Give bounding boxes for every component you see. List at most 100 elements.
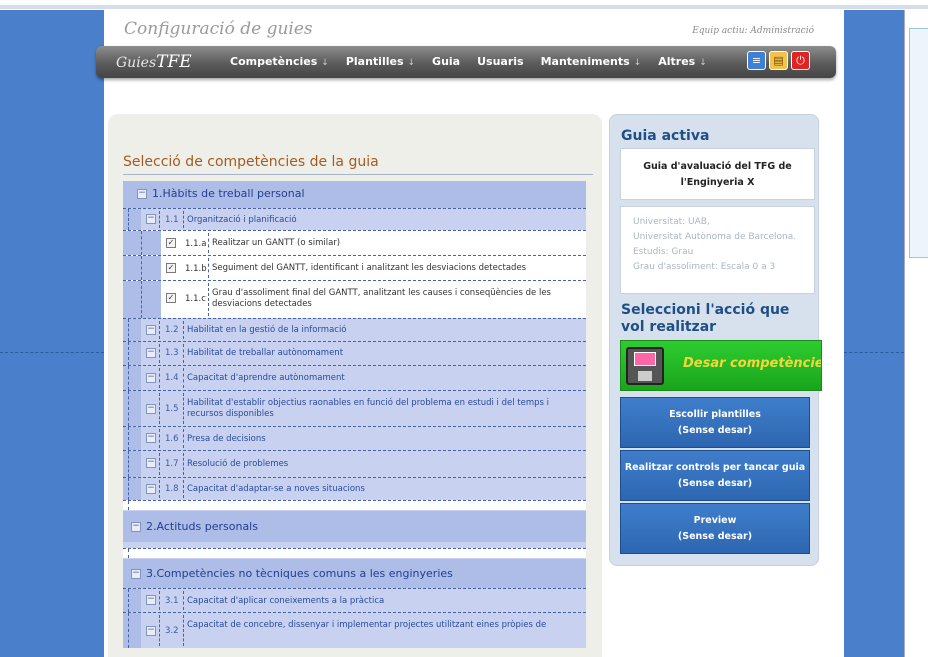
menu-templates[interactable]: Plantilles ↓	[346, 55, 415, 68]
tree-guide	[183, 344, 184, 363]
tree-indent	[123, 613, 141, 648]
save-label: Desar competències	[683, 356, 822, 371]
menu-users[interactable]: Usuaris	[477, 55, 523, 68]
menu-maintenance-label: Manteniments	[540, 55, 630, 68]
collapse-icon[interactable]: −	[137, 189, 147, 199]
menu-competencies[interactable]: Competències ↓	[230, 55, 329, 68]
choose-templates-button[interactable]: Escollir plantilles (Sense desar)	[620, 397, 810, 448]
item-number: 1.1.a	[185, 239, 207, 249]
folder-icon[interactable]: ▤	[769, 51, 788, 70]
button-sublabel: (Sense desar)	[677, 425, 753, 436]
subsection-text: Habilitat d'establir objectius raonables…	[187, 398, 550, 419]
logo[interactable]: GuiesTFE	[116, 52, 192, 72]
collapse-icon[interactable]: −	[146, 404, 156, 414]
collapse-icon[interactable]: −	[146, 595, 156, 605]
competency-checkbox[interactable]: ✓	[166, 293, 176, 303]
active-team: Equip actiu: Administració	[692, 26, 814, 36]
tree-guide	[128, 342, 129, 365]
chevron-down-icon: ↓	[633, 58, 642, 68]
menu-guide[interactable]: Guia	[432, 55, 460, 68]
tree-indent	[123, 391, 141, 426]
tree-indent	[123, 342, 141, 365]
subsection-row[interactable]: − 1.6 Presa de decisions	[123, 426, 586, 450]
menu-others[interactable]: Altres ↓	[658, 55, 707, 68]
subsection-row[interactable]: − 1.2 Habilitat en la gestió de la infor…	[123, 318, 586, 341]
tree-guide	[159, 393, 160, 424]
collapse-icon[interactable]: −	[131, 522, 141, 532]
sidebar: Guia activa Guia d'avaluació del TFG de …	[609, 114, 822, 566]
subsection-number: 1.1	[165, 215, 179, 225]
menu-others-label: Altres	[658, 55, 696, 68]
floppy-label	[634, 352, 656, 366]
tree-guide	[141, 231, 142, 255]
tree-guide	[208, 233, 209, 253]
section-row[interactable]: − 3.Competències no tècniques comuns a l…	[123, 558, 586, 588]
edge-window-panel	[909, 28, 928, 258]
floppy-disk-icon	[626, 347, 664, 385]
tree-guide	[159, 480, 160, 498]
subsection-row[interactable]: − 1.1 Organització i planificació	[123, 208, 586, 230]
chevron-down-icon: ↓	[699, 58, 707, 68]
tree-indent	[123, 589, 141, 612]
tree-indent	[123, 256, 161, 280]
section-label: 1.Hàbits de treball personal	[152, 187, 305, 200]
subsection-text: Organització i planificació	[187, 215, 297, 225]
tree-indent	[123, 209, 141, 230]
subsection-row[interactable]: − 1.3 Habilitat de treballar autònomamen…	[123, 341, 586, 365]
floppy-shutter	[638, 371, 652, 381]
subsection-text: Capacitat de concebre, dissenyar i imple…	[187, 620, 547, 630]
tree-guide	[128, 319, 129, 341]
active-guide-name: Guia d'avaluació del TFG de l'Enginyeria…	[643, 161, 792, 188]
info-line-scale: Grau d'assoliment: Escala 0 a 3	[633, 262, 776, 272]
collapse-icon[interactable]: −	[146, 325, 156, 335]
subsection-text: Resolució de problemes	[187, 459, 289, 469]
subsection-row[interactable]: − 3.2 Capacitat de concebre, dissenyar i…	[123, 612, 586, 648]
tree-indent	[123, 451, 141, 477]
close-guide-controls-button[interactable]: Realitzar controls per tancar guia (Sens…	[620, 450, 810, 501]
menu-maintenance[interactable]: Manteniments ↓	[541, 55, 642, 68]
section-row[interactable]: − 1.Hàbits de treball personal	[123, 181, 586, 208]
tree-guide	[159, 429, 160, 448]
tree-guide	[208, 283, 209, 316]
subsection-number: 3.1	[165, 596, 179, 606]
item-text: Grau d'assoliment final del GANTT, anali…	[212, 288, 551, 309]
active-guide-box: Guia d'avaluació del TFG de l'Enginyeria…	[620, 148, 815, 200]
collapse-icon[interactable]: −	[146, 458, 156, 468]
competency-checkbox[interactable]: ✓	[166, 238, 176, 248]
app-title: Configuració de guies	[124, 19, 313, 39]
section-label: 3.Competències no tècniques comuns a les…	[146, 567, 453, 580]
power-icon[interactable]: ⏻	[791, 51, 810, 70]
subsection-row[interactable]: − 1.8 Capacitat d'adaptar-se a noves sit…	[123, 477, 586, 500]
subsection-text: Capacitat d'aplicar coneixements a la pr…	[187, 596, 385, 606]
active-guide-title: Guia activa	[621, 128, 710, 144]
subsection-row[interactable]: − 3.1 Capacitat d'aplicar coneixements a…	[123, 588, 586, 612]
competency-checkbox[interactable]: ✓	[166, 263, 176, 273]
collapse-icon[interactable]: −	[146, 373, 156, 383]
tree-guide	[128, 451, 129, 477]
item-number: 1.1.b	[185, 264, 207, 274]
preview-button[interactable]: Preview (Sense desar)	[620, 503, 810, 554]
tree-guide	[128, 391, 129, 426]
collapse-icon[interactable]: −	[146, 433, 156, 443]
tree-guide	[159, 321, 160, 339]
section-row[interactable]: − 2.Actituds personals	[123, 510, 586, 542]
subsection-row[interactable]: − 1.4 Capacitat d'aprendre autònomament	[123, 365, 586, 390]
tree-guide	[183, 393, 184, 424]
button-sublabel: (Sense desar)	[677, 531, 753, 542]
subsection-row[interactable]: − 1.5 Habilitat d'establir objectius rao…	[123, 390, 586, 426]
panel-title: Selecció de competències de la guia	[123, 154, 379, 170]
collapse-icon[interactable]: −	[146, 348, 156, 358]
toolbar-icons: ≡ ▤ ⏻	[747, 51, 810, 70]
collapse-icon[interactable]: −	[146, 484, 156, 494]
info-line-university-full: Universitat Autònoma de Barcelona.	[633, 232, 797, 242]
collapse-icon[interactable]: −	[146, 626, 156, 636]
save-competencies-button[interactable]: Desar competències	[620, 340, 822, 391]
main-menu: Competències ↓ Plantilles ↓ Guia Usuaris M…	[230, 55, 724, 68]
navbar: GuiesTFE Competències ↓ Plantilles ↓ Guia …	[96, 46, 836, 78]
collapse-icon[interactable]: −	[131, 569, 141, 579]
competency-item: ✓ 1.1.c Grau d'assoliment final del GANT…	[123, 280, 586, 318]
competencies-panel: Selecció de competències de la guia − 1.…	[108, 114, 602, 657]
collapse-icon[interactable]: −	[146, 214, 156, 224]
subsection-row[interactable]: − 1.7 Resolució de problemes	[123, 450, 586, 477]
document-list-icon[interactable]: ≡	[747, 51, 766, 70]
